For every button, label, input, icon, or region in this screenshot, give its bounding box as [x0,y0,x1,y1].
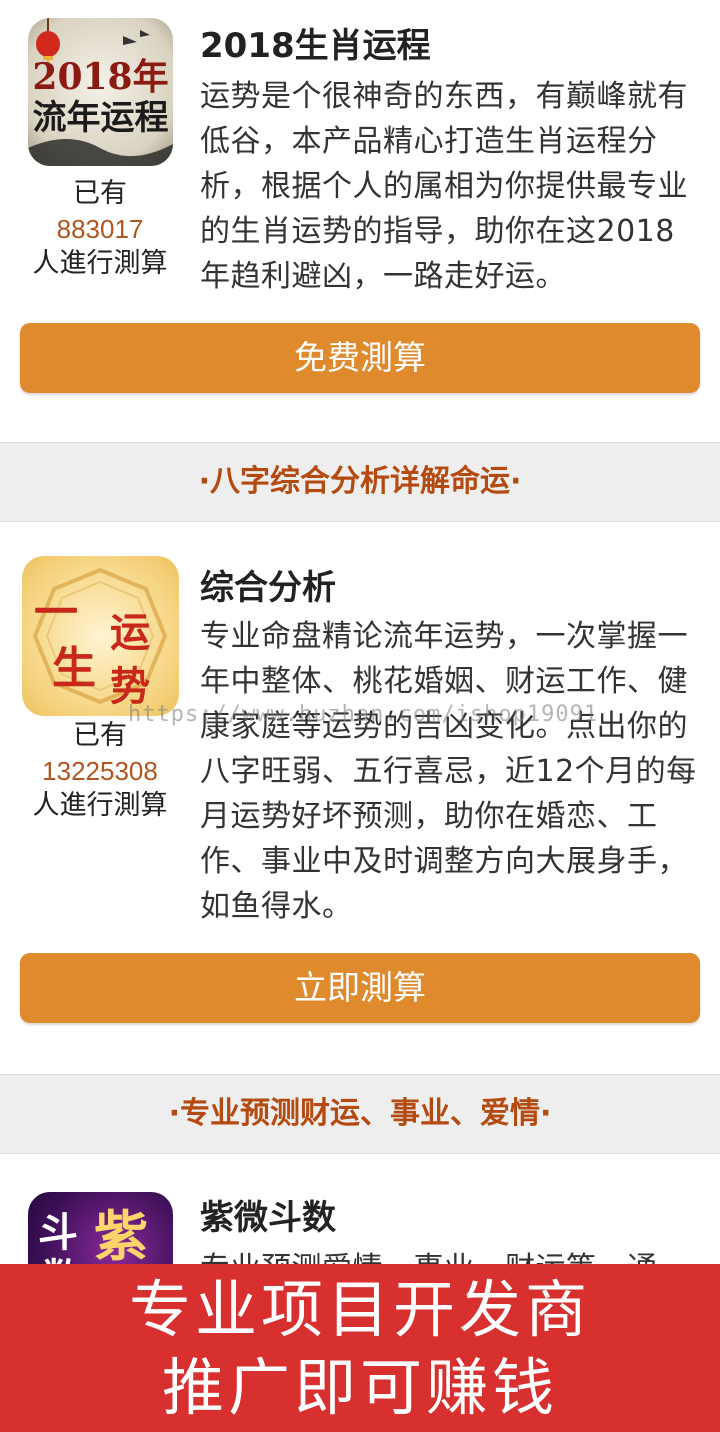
icon-char-shu: 数 [42,1246,82,1264]
watermark-url: https://www.huzhan.com/ishop19091 [128,702,599,727]
product-title[interactable]: 2018生肖运程 [200,18,431,67]
zonghe-app-icon[interactable]: 一 生 运 势 [22,556,179,716]
icon-char-zi: 紫 [94,1204,148,1264]
free-calc-button[interactable]: 免费測算 [20,323,700,393]
usage-count: 883017 [56,214,144,244]
product-title[interactable]: 综合分析 [200,560,336,609]
icon-char-2: 生 [52,643,96,694]
count-prefix: 已有 [73,178,127,209]
product-title[interactable]: 紫微斗数 [200,1190,336,1239]
section-heading-forecast: ·专业预测财运、事业、爱情· [0,1074,720,1154]
product-card-shengxiao: 2018年 流年运程 已有 883017 人進行測算 2018生肖运程 运势是个… [0,0,720,442]
calc-now-button[interactable]: 立即測算 [20,953,700,1023]
promo-banner[interactable]: 专业项目开发商 推广即可赚钱 [0,1264,720,1432]
banner-line-2: 推广即可赚钱 [161,1351,558,1424]
product-description: 专业预测爱情、事业、财运等，通 [200,1246,700,1264]
product-description: 专业命盘精论流年运势，一次掌握一年中整体、桃花婚姻、财运工作、健康家庭等运势的吉… [200,619,697,924]
product-description: 运势是个很神奇的东西，有巅峰就有低谷，本产品精心打造生肖运程分析，根据个人的属相… [200,79,688,294]
count-suffix: 人進行測算 [32,790,168,821]
usage-count-block: 已有 883017 人進行測算 [10,176,190,282]
section-heading-text: ·专业预测财运、事业、爱情· [168,1096,552,1131]
usage-count-block: 已有 13225308 人進行測算 [10,718,190,824]
section-heading-text: ·八字综合分析详解命运· [198,464,522,499]
shengxiao-app-icon[interactable]: 2018年 流年运程 [28,18,173,166]
product-card-ziwei: 斗 紫 数 紫微斗数 专业预测爱情、事业、财运等，通 [0,1154,720,1264]
ziwei-app-icon[interactable]: 斗 紫 数 [28,1192,173,1264]
icon-char-1: 一 [34,587,78,638]
section-heading-bazi: ·八字综合分析详解命运· [0,442,720,522]
product-card-zonghe: 一 生 运 势 已有 13225308 人進行測算 综合分析 专业命盘精论流年运… [0,522,720,1074]
icon-text-yuncheng: 流年运程 [32,98,169,138]
count-suffix: 人進行測算 [32,248,168,279]
banner-line-1: 专业项目开发商 [128,1273,591,1346]
usage-count: 13225308 [42,756,158,786]
icon-char-3: 运 [110,609,150,656]
